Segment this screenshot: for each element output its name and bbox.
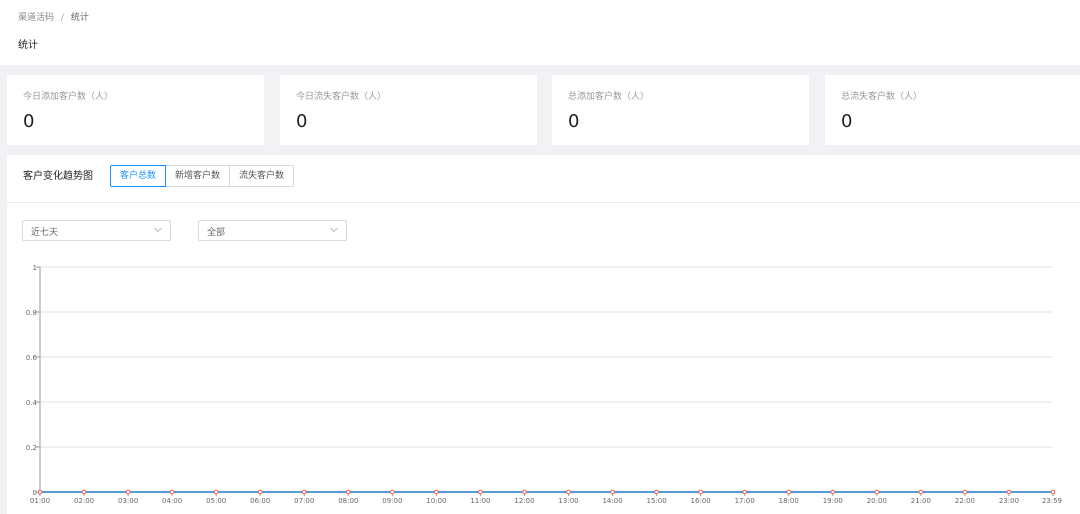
x-tick-label: 05:00: [206, 497, 226, 505]
date-range-select[interactable]: 近七天: [22, 220, 171, 241]
y-tick-label: 0.6: [26, 354, 38, 362]
x-tick-label: 14:00: [602, 497, 622, 505]
stat-label: 总流失客户数（人）: [841, 92, 923, 102]
stat-label: 今日添加客户数（人）: [23, 92, 114, 102]
x-tick-label: 15:00: [647, 497, 667, 505]
data-point: [654, 489, 659, 495]
breadcrumb-separator: /: [60, 13, 64, 23]
chevron-down-icon: [330, 227, 338, 233]
data-point: [918, 489, 924, 495]
data-point: [213, 489, 219, 495]
scope-select[interactable]: 全部: [198, 220, 347, 241]
data-point: [301, 489, 307, 495]
x-tick-label: 03:00: [118, 497, 138, 505]
stat-label: 总添加客户数（人）: [568, 92, 650, 102]
panel-divider: [7, 202, 1080, 203]
x-tick-label: 12:00: [514, 497, 534, 505]
data-point: [786, 489, 792, 495]
breadcrumb-link-channel-code[interactable]: 渠道活码: [18, 13, 54, 23]
data-point: [37, 489, 43, 495]
x-tick-label: 06:00: [250, 497, 270, 505]
x-tick-label: 07:00: [294, 497, 314, 505]
breadcrumb-current: 统计: [70, 13, 89, 23]
stat-value: 0: [568, 111, 580, 132]
tab-new-customers[interactable]: 新增客户数: [165, 165, 231, 187]
stat-value: 0: [23, 111, 35, 132]
x-tick-label: 13:00: [558, 497, 578, 505]
data-point: [169, 489, 175, 495]
data-point: [1050, 489, 1056, 495]
page-header: 渠道活码 / 统计 统计: [0, 0, 1080, 65]
x-tick-label: 10:00: [426, 497, 446, 505]
x-tick-label: 11:00: [470, 497, 490, 505]
x-tick-label: 17:00: [735, 497, 755, 505]
x-tick-label: 09:00: [382, 497, 402, 505]
y-tick-label: 0.2: [26, 444, 37, 452]
chevron-down-icon: [154, 227, 162, 233]
data-point: [698, 489, 703, 495]
stat-card-total-lost: 总流失客户数（人） 0: [825, 75, 1080, 145]
data-point: [81, 489, 87, 495]
data-point: [566, 489, 571, 495]
y-tick-label: 1: [33, 264, 37, 272]
y-tick-label: 0.4: [26, 399, 38, 407]
data-point: [478, 489, 483, 495]
page-title: 统计: [18, 40, 38, 51]
trend-title: 客户变化趋势图: [23, 171, 93, 182]
x-tick-label: 04:00: [162, 497, 182, 505]
select-value: 近七天: [31, 228, 59, 238]
x-tick-label: 18:00: [779, 497, 799, 505]
stat-value: 0: [296, 111, 308, 132]
stat-card-today-added: 今日添加客户数（人） 0: [7, 75, 264, 145]
data-point: [390, 489, 395, 495]
data-point: [874, 489, 880, 495]
x-tick-label: 16:00: [691, 497, 711, 505]
data-point: [962, 489, 968, 495]
x-tick-label: 23:59: [1042, 497, 1062, 505]
data-point: [610, 489, 615, 495]
y-tick-label: 0.8: [26, 309, 37, 317]
x-tick-label: 08:00: [338, 497, 358, 505]
trend-tab-group: 客户总数 新增客户数 流失客户数: [110, 165, 295, 187]
x-tick-label: 21:00: [911, 497, 931, 505]
data-point: [742, 489, 747, 495]
data-point: [522, 489, 527, 495]
x-tick-label: 19:00: [823, 497, 843, 505]
tab-total-customers[interactable]: 客户总数: [110, 165, 167, 187]
data-point: [434, 489, 439, 495]
stat-value: 0: [841, 111, 853, 132]
x-tick-label: 20:00: [867, 497, 887, 505]
data-point: [125, 489, 131, 495]
data-point: [257, 489, 263, 495]
select-value: 全部: [207, 228, 226, 238]
x-tick-label: 23:00: [999, 497, 1019, 505]
x-tick-label: 01:00: [30, 497, 50, 505]
y-tick-label: 0: [33, 489, 37, 497]
data-point: [1006, 489, 1012, 495]
x-tick-label: 02:00: [74, 497, 94, 505]
data-point: [830, 489, 836, 495]
data-point: [346, 489, 351, 495]
stat-label: 今日流失客户数（人）: [296, 92, 387, 102]
tab-lost-customers[interactable]: 流失客户数: [229, 165, 295, 187]
breadcrumb: 渠道活码 / 统计: [18, 10, 89, 23]
stat-card-today-lost: 今日流失客户数（人） 0: [280, 75, 537, 145]
x-tick-label: 22:00: [955, 497, 975, 505]
trend-line-chart: 0 0.2 0.4 0.6 0.8 1 01:00 02:00 03:00 04:00 05:00 0…: [26, 264, 1062, 505]
stat-card-total-added: 总添加客户数（人） 0: [552, 75, 809, 145]
